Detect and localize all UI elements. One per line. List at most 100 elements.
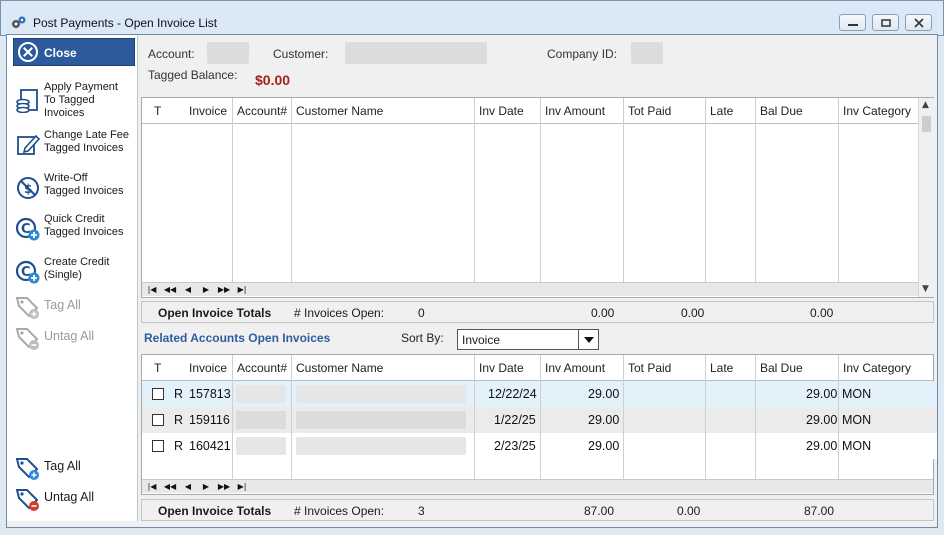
prev-record-icon[interactable]: ◀ [180,284,196,296]
tag-all-button-top[interactable]: Tag All [13,294,135,319]
untag-all-button[interactable]: Untag All [13,486,135,511]
row-category: MON [842,439,872,453]
col-customer-name[interactable]: Customer Name [296,104,383,118]
last-page-icon[interactable]: ▶| [234,481,250,493]
related-invoice-grid[interactable]: T Invoice Account# Customer Name Inv Dat… [141,354,937,495]
close-x-icon [914,18,924,28]
tag-all-button[interactable]: Tag All [13,455,135,480]
sort-by-select[interactable]: Invoice [457,329,599,350]
scroll-up-icon[interactable]: ▲ [922,100,929,110]
col-bal-due[interactable]: Bal Due [760,104,803,118]
col-account[interactable]: Account# [237,361,287,375]
close-button-label: Close [44,46,77,60]
row-type: R [174,387,184,401]
write-off-icon: $ [17,177,39,199]
first-page-icon[interactable]: |◀ [144,284,160,296]
company-id-label: Company ID: [547,47,618,61]
invoices-open-label: # Invoices Open: [294,306,385,320]
title-bar: Post Payments - Open Invoice List [0,0,944,36]
open-invoice-grid-header: T Invoice Account# Customer Name Inv Dat… [142,98,933,124]
restore-button[interactable] [872,14,899,31]
col-inv-amount[interactable]: Inv Amount [545,104,605,118]
row-checkbox[interactable] [152,440,164,452]
related-accounts-title: Related Accounts Open Invoices [144,331,331,345]
tag-add-icon [15,297,39,319]
row-checkbox[interactable] [152,414,164,426]
open-invoice-vscroll[interactable]: ▲ ▼ [918,98,934,297]
next-record-icon[interactable]: ▶ [198,481,214,493]
row-account-redacted [236,411,286,429]
total-bal-due: 0.00 [810,306,834,320]
row-bal-due: 29.00 [806,413,838,427]
col-tot-paid[interactable]: Tot Paid [628,104,671,118]
col-t[interactable]: T [154,104,161,118]
tag-add-icon [15,458,39,480]
next-page-icon[interactable]: ▶▶ [216,284,232,296]
last-page-icon[interactable]: ▶| [234,284,250,296]
window-title: Post Payments - Open Invoice List [33,16,218,30]
action-sidebar: Close Apply Payment To Tagged Invoices Cha… [7,35,138,521]
invoices-open-label: # Invoices Open: [294,504,385,518]
close-window-button[interactable] [905,14,932,31]
total-tot-paid: 0.00 [677,504,701,518]
minimize-button[interactable] [839,14,866,31]
col-inv-date[interactable]: Inv Date [479,104,524,118]
quick-credit-label: Quick Credit Tagged Invoices [44,213,124,238]
col-account[interactable]: Account# [237,104,287,118]
write-off-button[interactable]: $ Write-Off Tagged Invoices [13,172,135,202]
close-button[interactable]: Close [13,38,135,66]
row-customer-redacted [296,437,466,455]
row-inv-amount: 29.00 [588,413,620,427]
totals-label: Open Invoice Totals [158,306,272,320]
first-page-icon[interactable]: |◀ [144,481,160,493]
sort-by-label: Sort By: [401,331,444,345]
row-inv-date: 12/22/24 [488,387,537,401]
prev-page-icon[interactable]: ◀◀ [162,481,178,493]
create-credit-button[interactable]: C Create Credit (Single) [13,256,135,286]
col-tot-paid[interactable]: Tot Paid [628,361,671,375]
tag-all-label: Tag All [44,459,81,473]
company-id-value-redacted [631,42,663,64]
tag-remove-icon [15,489,39,511]
tag-remove-icon [15,328,39,350]
open-invoice-navbar: |◀ ◀◀ ◀ ▶ ▶▶ ▶| [142,282,918,296]
row-category: MON [842,387,872,401]
main-window: Close Apply Payment To Tagged Invoices Cha… [6,34,938,528]
total-inv-amount: 87.00 [584,504,615,518]
col-customer-name[interactable]: Customer Name [296,361,383,375]
col-invoice[interactable]: Invoice [189,361,227,375]
quick-credit-button[interactable]: C Quick Credit Tagged Invoices [13,213,135,243]
apply-payment-button[interactable]: Apply Payment To Tagged Invoices [13,81,135,123]
col-inv-category[interactable]: Inv Category [843,104,911,118]
change-late-fee-label: Change Late Fee Tagged Invoices [44,129,130,154]
prev-record-icon[interactable]: ◀ [180,481,196,493]
col-inv-amount[interactable]: Inv Amount [545,361,605,375]
prev-page-icon[interactable]: ◀◀ [162,284,178,296]
col-bal-due[interactable]: Bal Due [760,361,803,375]
col-late[interactable]: Late [710,361,733,375]
next-record-icon[interactable]: ▶ [198,284,214,296]
open-invoice-grid[interactable]: T Invoice Account# Customer Name Inv Dat… [141,97,934,298]
apply-payment-label: Apply Payment To Tagged Invoices [44,81,118,119]
change-late-fee-button[interactable]: Change Late Fee Tagged Invoices [13,129,135,159]
next-page-icon[interactable]: ▶▶ [216,481,232,493]
col-inv-category[interactable]: Inv Category [843,361,911,375]
chevron-down-icon[interactable] [578,330,598,349]
col-inv-date[interactable]: Inv Date [479,361,524,375]
scroll-thumb[interactable] [922,116,931,132]
col-late[interactable]: Late [710,104,733,118]
col-invoice[interactable]: Invoice [189,104,227,118]
edit-icon [17,134,41,155]
apply-payment-icon [16,89,38,113]
col-t[interactable]: T [154,361,161,375]
row-checkbox[interactable] [152,388,164,400]
svg-text:$: $ [24,182,32,196]
totals-label: Open Invoice Totals [158,504,272,518]
scroll-down-icon[interactable]: ▼ [922,284,929,294]
untag-all-label-top: Untag All [44,329,95,343]
account-label: Account: [148,47,195,61]
related-grid-header: T Invoice Account# Customer Name Inv Dat… [142,355,933,381]
untag-all-button-top[interactable]: Untag All [13,325,135,350]
invoices-open-count: 0 [418,306,425,320]
row-bal-due: 29.00 [806,387,838,401]
